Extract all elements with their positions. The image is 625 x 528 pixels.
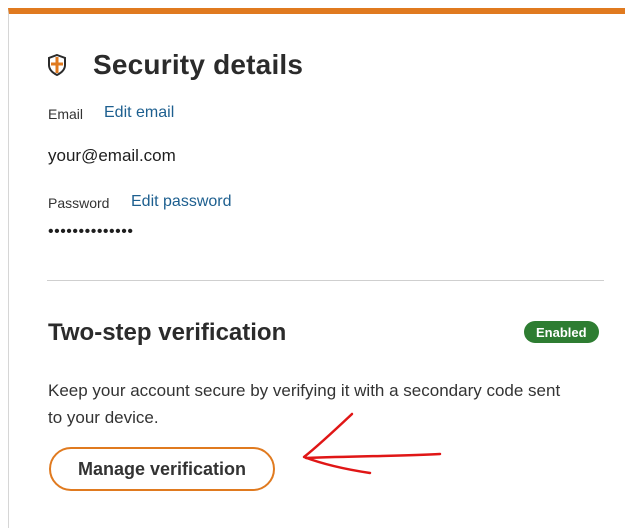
status-badge: Enabled: [524, 321, 599, 343]
email-value: your@email.com: [48, 146, 176, 165]
password-value: ••••••••••••••: [48, 223, 134, 240]
red-arrow-icon: [302, 412, 442, 475]
manage-verification-button[interactable]: Manage verification: [49, 447, 275, 491]
security-header: Security details: [47, 49, 303, 81]
page-title: Security details: [93, 49, 304, 80]
edit-email-link[interactable]: Edit email: [104, 104, 174, 122]
two-step-title: Two-step verification: [48, 319, 287, 346]
password-label: Password: [48, 195, 110, 211]
section-divider: [47, 280, 604, 281]
shield-icon: [47, 53, 67, 77]
email-label: Email: [48, 106, 84, 122]
edit-password-link[interactable]: Edit password: [131, 193, 232, 211]
